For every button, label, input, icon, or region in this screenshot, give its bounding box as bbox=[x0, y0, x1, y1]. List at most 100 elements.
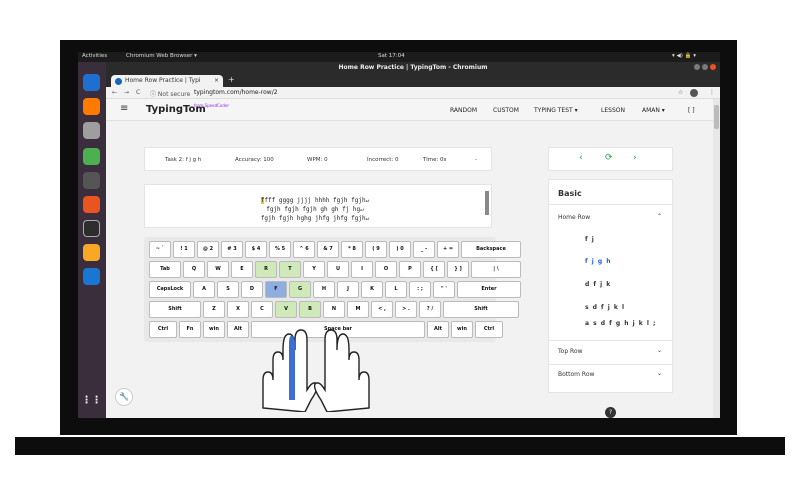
tab-home-row-practice[interactable]: Home Row Practice | Typi × bbox=[111, 75, 223, 87]
key-f[interactable]: F bbox=[265, 281, 287, 298]
key-?-/[interactable]: ? / bbox=[419, 301, 441, 318]
key-backspace[interactable]: Backspace bbox=[461, 241, 521, 258]
key-ctrl[interactable]: Ctrl bbox=[475, 321, 503, 338]
text-scrollbar[interactable] bbox=[485, 191, 489, 215]
key-n[interactable]: N bbox=[323, 301, 345, 318]
browser-menu-icon[interactable]: ⋮ bbox=[709, 89, 715, 96]
minimize-button[interactable] bbox=[694, 64, 700, 70]
key-v[interactable]: V bbox=[275, 301, 297, 318]
key-capslock[interactable]: CapsLock bbox=[149, 281, 191, 298]
security-indicator[interactable]: ⓘ Not secure bbox=[150, 89, 190, 98]
key-~-`[interactable]: ~ ` bbox=[149, 241, 171, 258]
help-icon[interactable]: ? bbox=[605, 407, 616, 418]
key-$-4[interactable]: $ 4 bbox=[245, 241, 267, 258]
fullscreen-icon[interactable]: [ ] bbox=[688, 107, 695, 114]
section-bottom-row[interactable]: Bottom Row bbox=[558, 371, 594, 378]
profile-avatar[interactable] bbox=[690, 89, 698, 97]
nav-lesson[interactable]: LESSON bbox=[601, 107, 625, 114]
software-dock-icon[interactable] bbox=[83, 196, 100, 213]
key-alt[interactable]: Alt bbox=[427, 321, 449, 338]
key-j[interactable]: J bbox=[337, 281, 359, 298]
reload-icon[interactable]: C bbox=[136, 89, 140, 96]
key-#-3[interactable]: # 3 bbox=[221, 241, 243, 258]
key-:-;[interactable]: : ; bbox=[409, 281, 431, 298]
key-y[interactable]: Y bbox=[303, 261, 325, 278]
key-tab[interactable]: Tab bbox=[149, 261, 181, 278]
chrome-dock-icon[interactable] bbox=[83, 148, 100, 165]
next-lesson-icon[interactable]: › bbox=[633, 153, 637, 163]
chevron-down-icon[interactable]: ⌄ bbox=[657, 347, 662, 354]
key-)-0[interactable]: ) 0 bbox=[389, 241, 411, 258]
system-tray[interactable]: ▾ ◀) 🔒 ▾ bbox=[672, 53, 696, 59]
section-top-row[interactable]: Top Row bbox=[558, 348, 583, 355]
lesson-item[interactable]: d f j k bbox=[585, 281, 611, 288]
key-z[interactable]: Z bbox=[203, 301, 225, 318]
key->-.[interactable]: > . bbox=[395, 301, 417, 318]
close-button[interactable] bbox=[710, 64, 716, 70]
key-a[interactable]: A bbox=[193, 281, 215, 298]
key-*-8[interactable]: * 8 bbox=[341, 241, 363, 258]
app-menu[interactable]: Chromium Web Browser ▾ bbox=[126, 53, 197, 59]
maximize-button[interactable] bbox=[702, 64, 708, 70]
key-q[interactable]: Q bbox=[183, 261, 205, 278]
key-^-6[interactable]: ^ 6 bbox=[293, 241, 315, 258]
nav-typing-test[interactable]: TYPING TEST ▾ bbox=[534, 107, 578, 114]
key-enter[interactable]: Enter bbox=[457, 281, 521, 298]
key-x[interactable]: X bbox=[227, 301, 249, 318]
key-b[interactable]: B bbox=[299, 301, 321, 318]
key-<-,[interactable]: < , bbox=[371, 301, 393, 318]
key-_--[interactable]: _ - bbox=[413, 241, 435, 258]
page-scrollbar[interactable] bbox=[713, 99, 720, 418]
screenshot-dock-icon[interactable] bbox=[83, 172, 100, 189]
key-w[interactable]: W bbox=[207, 261, 229, 278]
prev-lesson-icon[interactable]: ‹ bbox=[579, 153, 583, 163]
key-shift[interactable]: Shift bbox=[149, 301, 201, 318]
typing-text-area[interactable]: ffff gggg jjjj hhhh fgjh fgjh↵ fgjh fgjh… bbox=[144, 184, 492, 228]
chevron-up-icon[interactable]: ⌃ bbox=[657, 213, 662, 220]
back-icon[interactable]: ← bbox=[112, 89, 117, 96]
key-u[interactable]: U bbox=[327, 261, 349, 278]
key-+-=[interactable]: + = bbox=[437, 241, 459, 258]
chromium-dock-icon[interactable] bbox=[83, 74, 100, 91]
key-e[interactable]: E bbox=[231, 261, 253, 278]
key-@-2[interactable]: @ 2 bbox=[197, 241, 219, 258]
lesson-item[interactable]: s d f j k l bbox=[585, 304, 625, 311]
key-c[interactable]: C bbox=[251, 301, 273, 318]
key-fn[interactable]: Fn bbox=[179, 321, 201, 338]
key-m[interactable]: M bbox=[347, 301, 369, 318]
nav-user-menu[interactable]: AMAN ▾ bbox=[642, 107, 665, 114]
url-field[interactable]: typingtom.com/home-row/2 bbox=[194, 89, 278, 96]
vscode-dock-icon[interactable] bbox=[83, 268, 100, 285]
key-p[interactable]: P bbox=[399, 261, 421, 278]
key-%-5[interactable]: % 5 bbox=[269, 241, 291, 258]
key-!-1[interactable]: ! 1 bbox=[173, 241, 195, 258]
clock[interactable]: Sat 17:04 bbox=[378, 53, 405, 59]
key-}-][interactable]: } ] bbox=[447, 261, 469, 278]
key-win[interactable]: win bbox=[451, 321, 473, 338]
key-o[interactable]: O bbox=[375, 261, 397, 278]
tab-close-icon[interactable]: × bbox=[214, 75, 219, 87]
key-t[interactable]: T bbox=[279, 261, 301, 278]
key-d[interactable]: D bbox=[241, 281, 263, 298]
key-"-'[interactable]: " ' bbox=[433, 281, 455, 298]
key-alt[interactable]: Alt bbox=[227, 321, 249, 338]
key-i[interactable]: I bbox=[351, 261, 373, 278]
terminal-dock-icon[interactable] bbox=[83, 220, 100, 237]
nav-random[interactable]: RANDOM bbox=[450, 107, 477, 114]
key-l[interactable]: L bbox=[385, 281, 407, 298]
key-k[interactable]: K bbox=[361, 281, 383, 298]
sublime-dock-icon[interactable] bbox=[83, 244, 100, 261]
settings-wrench-icon[interactable]: 🔧 bbox=[115, 388, 133, 406]
key-h[interactable]: H bbox=[313, 281, 335, 298]
nav-custom[interactable]: CUSTOM bbox=[493, 107, 519, 114]
key-ctrl[interactable]: Ctrl bbox=[149, 321, 177, 338]
key-s[interactable]: S bbox=[217, 281, 239, 298]
apps-grid-icon[interactable]: ⋮⋮ bbox=[82, 392, 102, 409]
lesson-item[interactable]: a s d f g h j k l ; bbox=[585, 320, 656, 327]
new-tab-button[interactable]: + bbox=[228, 75, 235, 84]
forward-icon[interactable]: → bbox=[124, 89, 129, 96]
files-dock-icon[interactable] bbox=[83, 122, 100, 139]
section-home-row[interactable]: Home Row bbox=[558, 214, 590, 221]
chevron-down-icon[interactable]: ⌄ bbox=[657, 370, 662, 377]
key-r[interactable]: R bbox=[255, 261, 277, 278]
